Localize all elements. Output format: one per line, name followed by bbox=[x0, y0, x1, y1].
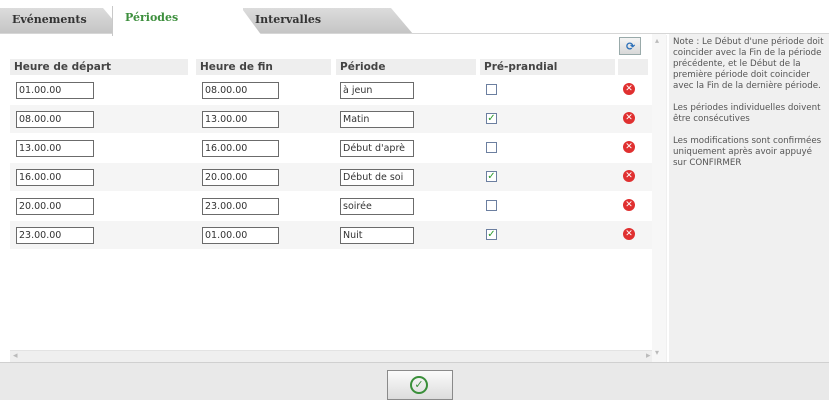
start-time-input[interactable] bbox=[16, 198, 94, 215]
period-name-input[interactable] bbox=[340, 198, 414, 215]
preprandial-checkbox[interactable]: ✓ bbox=[486, 113, 497, 124]
preprandial-checkbox[interactable]: ✓ bbox=[486, 229, 497, 240]
scroll-down-icon[interactable]: ▾ bbox=[655, 348, 659, 357]
preprandial-checkbox[interactable] bbox=[486, 200, 497, 211]
preprandial-checkbox[interactable] bbox=[486, 84, 497, 95]
preprandial-checkbox[interactable] bbox=[486, 142, 497, 153]
table-row: ✓✕ bbox=[10, 105, 656, 133]
note-text-2: Les périodes individuelles doivent être … bbox=[673, 103, 821, 124]
horizontal-scrollbar[interactable]: ◂ ▸ bbox=[10, 350, 657, 362]
confirm-check-icon: ✓ bbox=[410, 376, 428, 394]
start-time-input[interactable] bbox=[16, 111, 94, 128]
note-scrollbar[interactable]: ▴ ▾ bbox=[652, 34, 666, 362]
end-time-input[interactable] bbox=[202, 111, 279, 128]
col-header-start: Heure de départ bbox=[14, 61, 112, 73]
period-name-input[interactable] bbox=[340, 169, 414, 186]
period-name-input[interactable] bbox=[340, 140, 414, 157]
col-header-preprandial: Pré-prandial bbox=[484, 61, 558, 73]
delete-icon[interactable]: ✕ bbox=[623, 112, 635, 124]
period-name-input[interactable] bbox=[340, 227, 414, 244]
start-time-input[interactable] bbox=[16, 227, 94, 244]
tab-evenements[interactable]: Evénements bbox=[0, 8, 125, 34]
preprandial-checkbox[interactable]: ✓ bbox=[486, 171, 497, 182]
end-time-input[interactable] bbox=[202, 227, 279, 244]
start-time-input[interactable] bbox=[16, 82, 94, 99]
table-row: ✓✕ bbox=[10, 163, 656, 191]
end-time-input[interactable] bbox=[202, 140, 279, 157]
note-text-3: Les modifications sont confirmées unique… bbox=[673, 136, 822, 168]
footer-bar: ✓ bbox=[0, 362, 829, 400]
col-header-end: Heure de fin bbox=[200, 61, 273, 73]
period-name-input[interactable] bbox=[340, 111, 414, 128]
periods-panel: ⟳ Heure de départ Heure de fin Période P… bbox=[10, 35, 667, 362]
tab-bar: Evénements Intervalles Périodes bbox=[0, 0, 829, 34]
table-row: ✕ bbox=[10, 192, 656, 220]
scroll-right-icon[interactable]: ▸ bbox=[646, 351, 651, 361]
delete-icon[interactable]: ✕ bbox=[623, 170, 635, 182]
start-time-input[interactable] bbox=[16, 169, 94, 186]
delete-icon[interactable]: ✕ bbox=[623, 83, 635, 95]
end-time-input[interactable] bbox=[202, 82, 279, 99]
table-row: ✕ bbox=[10, 134, 656, 162]
tab-intervalles[interactable]: Intervalles bbox=[243, 8, 413, 34]
note-text-1: Note : Le Début d'une période doit coinc… bbox=[673, 37, 824, 91]
delete-icon[interactable]: ✕ bbox=[623, 199, 635, 211]
start-time-input[interactable] bbox=[16, 140, 94, 157]
table-row: ✕ bbox=[10, 76, 656, 104]
scroll-left-icon[interactable]: ◂ bbox=[13, 351, 18, 361]
end-time-input[interactable] bbox=[202, 169, 279, 186]
period-name-input[interactable] bbox=[340, 82, 414, 99]
delete-icon[interactable]: ✕ bbox=[623, 228, 635, 240]
refresh-button[interactable]: ⟳ bbox=[619, 37, 641, 55]
confirm-button[interactable]: ✓ bbox=[387, 370, 453, 400]
tab-periodes[interactable]: Périodes bbox=[112, 6, 262, 36]
delete-icon[interactable]: ✕ bbox=[623, 141, 635, 153]
table-row: ✓✕ bbox=[10, 221, 656, 249]
note-panel: Note : Le Début d'une période doit coinc… bbox=[669, 34, 829, 362]
end-time-input[interactable] bbox=[202, 198, 279, 215]
refresh-icon: ⟳ bbox=[626, 40, 636, 53]
scroll-up-icon[interactable]: ▴ bbox=[655, 36, 659, 45]
col-header-period: Période bbox=[340, 61, 386, 73]
